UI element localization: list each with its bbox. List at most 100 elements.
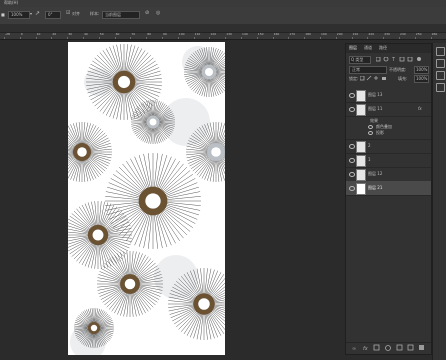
ruler-tick [272,37,274,39]
ruler-tick [193,37,195,39]
burst-center [117,75,131,89]
ruler-label: 180 [305,32,311,36]
panel-footer: ∞ fx [346,342,431,353]
svg-text:∞: ∞ [352,346,356,352]
ruler-label: 90 [163,32,167,36]
dropdown-chevron-icon[interactable]: ▾ [30,12,32,16]
visibility-eye-icon[interactable] [349,158,355,163]
ruler-tick [304,37,306,39]
layers-panel: 图层 通道 路径 Q 类型 T 正常 不透明度: 100% 锁定: 填充: 10… [345,43,432,355]
effect-eye-icon[interactable] [368,131,373,135]
aligned-checkbox[interactable]: ☑ [66,11,70,16]
ruler-tick [35,37,37,39]
ruler-tick [130,37,132,39]
layer-name[interactable]: 2 [368,144,371,148]
opacity-field[interactable]: 100% [8,11,30,19]
ruler-label: 80 [147,32,152,36]
layer-name[interactable]: 图层 21 [368,186,382,190]
ignore-adjustments-icon[interactable]: ⊘ [145,11,149,16]
options-bar: ■ 100% ▾ ↗ 0° ☑ 对齐 样本: 当前图层 ⊘ ◎ [0,7,446,25]
layer-name[interactable]: 图层 12 [368,172,382,176]
layer-name[interactable]: 1 [368,158,371,162]
burst-center [77,147,87,157]
effect-item[interactable]: 颜色叠加 [376,125,392,129]
ruler-tick [335,37,337,39]
ruler-label: 190 [321,32,327,36]
pressure-icon[interactable]: ◎ [156,11,160,16]
ruler-label: 10 [36,32,41,36]
ruler-tick [83,37,84,39]
panel-opacity-field[interactable]: 100% [414,66,429,74]
layer-row[interactable]: 图层 13 [346,88,431,103]
effect-eye-icon[interactable] [368,125,373,129]
document-canvas[interactable] [68,42,225,355]
ruler-label: 170 [289,32,296,36]
layer-row[interactable]: 1 [346,153,431,168]
panel-icon[interactable] [436,83,445,92]
ruler-label: 200 [336,32,343,36]
sample-label: 样本: [90,11,100,16]
panel-icon[interactable] [436,71,445,80]
burst-center [145,193,161,209]
panel-icon[interactable] [436,59,445,68]
opacity-label: ■ [1,12,5,17]
ruler-tick [67,37,69,39]
lock-icons[interactable] [359,75,390,81]
ruler-label: 140 [242,32,248,36]
fx-icon[interactable]: fx [418,107,422,111]
ruler-tick [256,37,258,39]
ruler-label: 30 [68,32,73,36]
ruler-label: 150 [257,32,264,36]
tab-layers[interactable]: 图层 [349,46,357,52]
panel-icon[interactable] [436,47,445,56]
layer-name[interactable]: 图层 11 [368,107,382,111]
ruler-tick [288,37,290,39]
tab-channels[interactable]: 通道 [364,46,372,52]
visibility-eye-icon[interactable] [349,107,355,112]
layer-row[interactable]: 2 [346,139,431,154]
visibility-eye-icon[interactable] [349,93,355,98]
ruler-tick [114,37,116,39]
menu-help[interactable]: 帮助(H) [4,1,18,5]
ruler-tick [177,37,179,39]
layer-row-selected[interactable]: 图层 21 [346,181,431,196]
burst-center [124,278,136,290]
ruler-label: 100 [178,32,185,36]
layer-row[interactable]: 图层 11 fx [346,102,431,117]
ruler-tick [51,37,53,39]
fill-field[interactable]: 100% [414,75,429,83]
tab-paths[interactable]: 路径 [379,46,387,52]
ruler-tick [209,37,211,39]
panel-opacity-label: 不透明度: [389,67,407,72]
svg-text:T: T [391,57,396,62]
lock-label: 锁定: [349,76,359,81]
kind-filter[interactable]: Q 类型 [349,56,371,64]
sample-select[interactable]: 当前图层 [102,11,140,19]
fill-label: 填充: [398,76,408,81]
ruler-tick [320,37,321,39]
blend-mode-select[interactable]: 正常 [349,66,387,74]
brush-angle-icon[interactable]: ↗ [35,11,40,17]
angle-field[interactable]: 0° [45,11,61,19]
ruler-tick [4,37,5,39]
burst-center [205,68,213,76]
ruler-label: -28 [5,32,10,36]
layer-effects-group: 效果 颜色叠加 投影 [346,117,431,140]
filter-icons[interactable]: T [375,56,424,63]
layer-thumbnail [356,155,366,167]
layer-name[interactable]: 图层 13 [368,93,382,97]
visibility-eye-icon[interactable] [349,172,355,177]
visibility-eye-icon[interactable] [349,144,355,149]
ruler-tick [98,37,100,39]
burst-center [92,229,104,241]
layer-thumbnail [356,104,366,116]
ruler-label: 220 [368,32,375,36]
document-tabs [0,24,446,33]
layer-thumbnail [356,183,366,195]
layer-thumbnail [356,169,366,181]
visibility-eye-icon[interactable] [349,186,355,191]
ruler-label: 70 [131,32,136,36]
layer-row[interactable]: 图层 12 [346,167,431,182]
effect-item[interactable]: 投影 [376,131,384,135]
ruler-tick [367,37,369,39]
